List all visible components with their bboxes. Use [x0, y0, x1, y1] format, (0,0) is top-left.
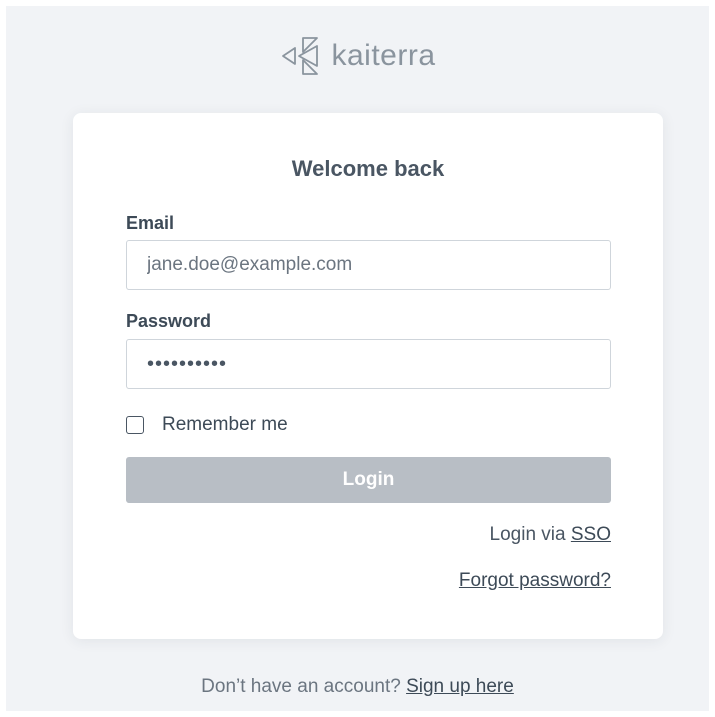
sso-link[interactable]: SSO	[571, 524, 611, 545]
forgot-password-link[interactable]: Forgot password?	[459, 570, 611, 592]
sso-row: Login via SSO	[490, 524, 611, 546]
card-title: Welcome back	[291, 156, 445, 181]
brand-name: kaiterra	[331, 39, 436, 72]
remember-me-row[interactable]: Remember me	[126, 414, 288, 436]
remember-me-checkbox[interactable]	[126, 416, 144, 434]
signup-link[interactable]: Sign up here	[406, 676, 514, 697]
email-field[interactable]	[126, 240, 611, 290]
password-field[interactable]	[126, 339, 611, 389]
brand-header: kaiterra	[6, 34, 709, 78]
login-page: kaiterra Welcome back Email Password Rem…	[6, 6, 709, 711]
signup-prefix: Don’t have an account?	[201, 676, 407, 697]
sso-prefix: Login via	[489, 524, 571, 545]
email-label: Email	[126, 213, 175, 233]
kaiterra-logo-icon	[279, 34, 325, 78]
signup-row: Don’t have an account? Sign up here	[6, 676, 709, 698]
login-card: Welcome back Email Password Remember me …	[73, 113, 663, 639]
remember-me-label: Remember me	[162, 414, 288, 435]
password-label: Password	[126, 311, 212, 331]
login-button[interactable]: Login	[126, 457, 611, 503]
